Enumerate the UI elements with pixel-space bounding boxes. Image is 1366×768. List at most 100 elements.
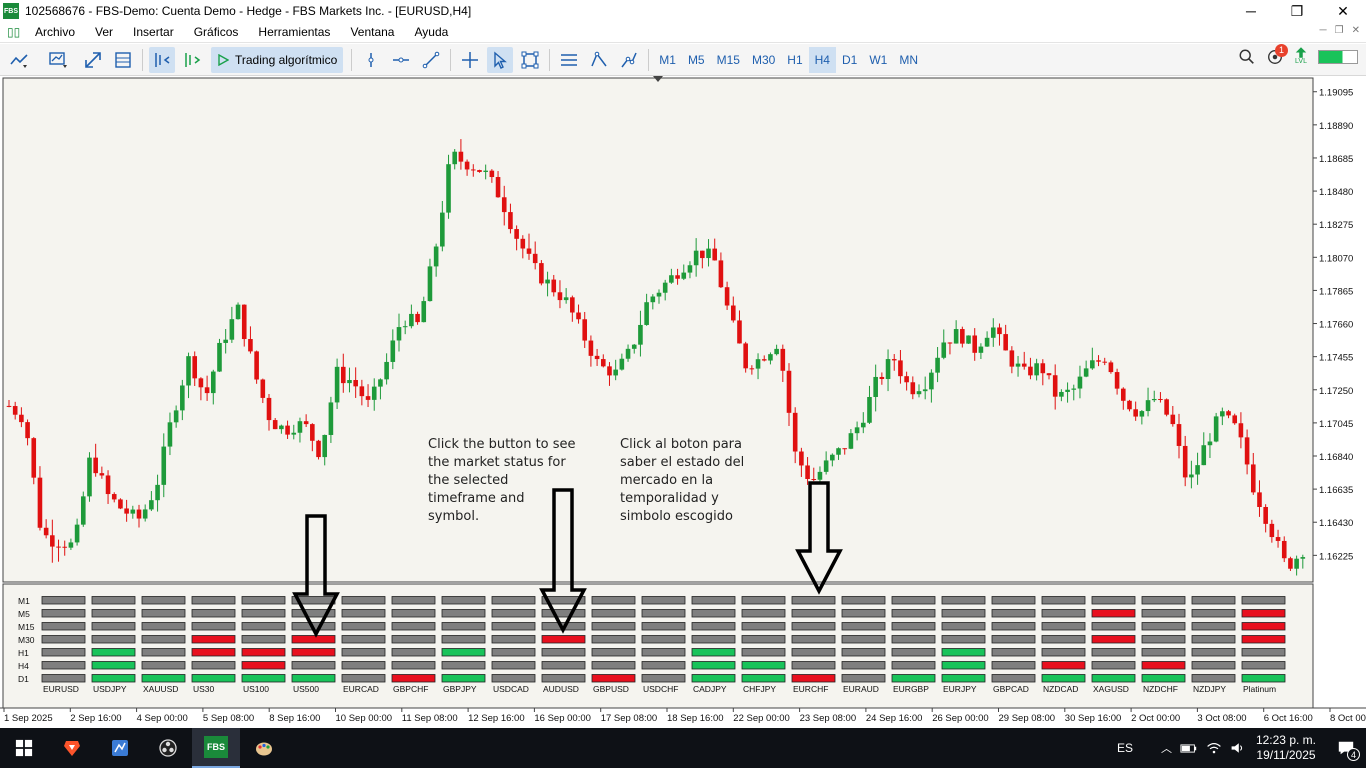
action-center-icon[interactable]: 4	[1326, 728, 1366, 768]
scanner-cell-button[interactable]	[641, 622, 686, 631]
scanner-cell-button[interactable]	[441, 596, 486, 605]
scanner-cell-button[interactable]	[341, 648, 386, 657]
scanner-cell-button[interactable]	[1241, 609, 1286, 618]
scanner-cell-button[interactable]	[1141, 609, 1186, 618]
scanner-cell-button[interactable]	[1141, 674, 1186, 683]
scanner-cell-button[interactable]	[641, 661, 686, 670]
scanner-cell-button[interactable]	[491, 674, 536, 683]
scanner-cell-button[interactable]	[891, 635, 936, 644]
scanner-cell-button[interactable]	[691, 648, 736, 657]
scanner-cell-button[interactable]	[1191, 609, 1236, 618]
timeframe-d1-button[interactable]: D1	[836, 47, 863, 73]
scanner-cell-button[interactable]	[41, 596, 86, 605]
scanner-cell-button[interactable]	[191, 648, 236, 657]
autoscroll-icon[interactable]	[80, 47, 106, 73]
scanner-cell-button[interactable]	[341, 674, 386, 683]
scanner-cell-button[interactable]	[941, 674, 986, 683]
scanner-cell-button[interactable]	[791, 674, 836, 683]
scanner-cell-button[interactable]	[191, 674, 236, 683]
scanner-cell-button[interactable]	[1041, 648, 1086, 657]
scanner-cell-button[interactable]	[1191, 674, 1236, 683]
scanner-cell-button[interactable]	[491, 661, 536, 670]
scanner-cell-button[interactable]	[991, 648, 1036, 657]
scanner-cell-button[interactable]	[841, 648, 886, 657]
scanner-cell-button[interactable]	[691, 661, 736, 670]
scanner-cell-button[interactable]	[641, 635, 686, 644]
scanner-cell-button[interactable]	[341, 622, 386, 631]
scanner-cell-button[interactable]	[891, 622, 936, 631]
scanner-cell-button[interactable]	[741, 674, 786, 683]
language-indicator[interactable]: ES	[1117, 741, 1133, 755]
scanner-cell-button[interactable]	[441, 609, 486, 618]
scanner-cell-button[interactable]	[1241, 622, 1286, 631]
menu-herramientas[interactable]: Herramientas	[248, 25, 340, 39]
fibonacci-icon[interactable]	[586, 47, 612, 73]
channels-icon[interactable]	[556, 47, 582, 73]
chart-shift-icon[interactable]	[149, 46, 175, 73]
scanner-cell-button[interactable]	[1191, 635, 1236, 644]
scanner-cell-button[interactable]	[91, 596, 136, 605]
depth-of-market-icon[interactable]	[110, 47, 136, 73]
scanner-cell-button[interactable]	[1041, 674, 1086, 683]
templates-icon[interactable]	[40, 47, 76, 73]
scanner-cell-button[interactable]	[491, 648, 536, 657]
scanner-cell-button[interactable]	[541, 661, 586, 670]
scanner-cell-button[interactable]	[391, 622, 436, 631]
scanner-cell-button[interactable]	[141, 596, 186, 605]
scanner-cell-button[interactable]	[991, 596, 1036, 605]
cursor-icon[interactable]	[487, 46, 514, 73]
scanner-cell-button[interactable]	[491, 635, 536, 644]
child-minimize-icon[interactable]: ─	[1320, 25, 1327, 36]
brave-browser-icon[interactable]	[48, 728, 96, 768]
scanner-cell-button[interactable]	[1241, 596, 1286, 605]
scanner-cell-button[interactable]	[141, 648, 186, 657]
scanner-cell-button[interactable]	[1141, 622, 1186, 631]
scanner-cell-button[interactable]	[741, 635, 786, 644]
scanner-cell-button[interactable]	[391, 596, 436, 605]
scanner-cell-button[interactable]	[141, 609, 186, 618]
scanner-cell-button[interactable]	[191, 661, 236, 670]
timeframe-m15-button[interactable]: M15	[711, 47, 746, 73]
scanner-cell-button[interactable]	[591, 661, 636, 670]
vertical-line-icon[interactable]	[358, 47, 384, 73]
scanner-cell-button[interactable]	[441, 622, 486, 631]
scanner-cell-button[interactable]	[591, 648, 636, 657]
scanner-cell-button[interactable]	[1091, 661, 1136, 670]
scanner-cell-button[interactable]	[941, 622, 986, 631]
scanner-cell-button[interactable]	[741, 648, 786, 657]
scanner-cell-button[interactable]	[891, 609, 936, 618]
scanner-cell-button[interactable]	[391, 648, 436, 657]
scanner-cell-button[interactable]	[41, 609, 86, 618]
scanner-cell-button[interactable]	[941, 635, 986, 644]
autoscroll-chart-icon[interactable]	[179, 47, 205, 73]
scanner-cell-button[interactable]	[1091, 596, 1136, 605]
menu-ver[interactable]: Ver	[85, 25, 123, 39]
scanner-cell-button[interactable]	[1041, 661, 1086, 670]
scanner-cell-button[interactable]	[341, 635, 386, 644]
scanner-cell-button[interactable]	[691, 622, 736, 631]
scanner-cell-button[interactable]	[1041, 622, 1086, 631]
crosshair-icon[interactable]	[457, 47, 483, 73]
scanner-cell-button[interactable]	[941, 661, 986, 670]
timeframe-mn-button[interactable]: MN	[893, 47, 924, 73]
paint-icon[interactable]	[240, 728, 288, 768]
scanner-cell-button[interactable]	[941, 596, 986, 605]
scanner-cell-button[interactable]	[1241, 635, 1286, 644]
scanner-cell-button[interactable]	[1141, 661, 1186, 670]
scanner-cell-button[interactable]	[841, 609, 886, 618]
scanner-cell-button[interactable]	[891, 674, 936, 683]
menu-insertar[interactable]: Insertar	[123, 25, 184, 39]
scanner-cell-button[interactable]	[91, 648, 136, 657]
scanner-cell-button[interactable]	[841, 674, 886, 683]
scanner-cell-button[interactable]	[241, 635, 286, 644]
scanner-cell-button[interactable]	[241, 622, 286, 631]
scanner-cell-button[interactable]	[841, 661, 886, 670]
scanner-cell-button[interactable]	[441, 635, 486, 644]
scanner-cell-button[interactable]	[941, 648, 986, 657]
scanner-cell-button[interactable]	[1191, 648, 1236, 657]
scanner-cell-button[interactable]	[391, 661, 436, 670]
timeframe-m1-button[interactable]: M1	[653, 47, 682, 73]
close-button[interactable]: ✕	[1320, 0, 1366, 22]
scanner-cell-button[interactable]	[891, 661, 936, 670]
scanner-cell-button[interactable]	[491, 609, 536, 618]
